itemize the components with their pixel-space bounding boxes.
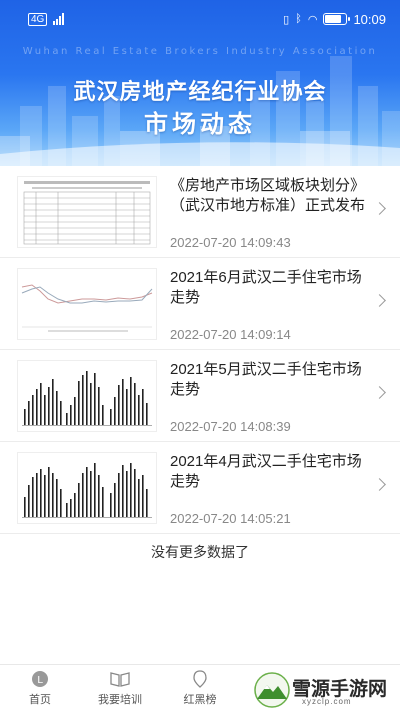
list-item[interactable]: 2021年6月武汉二手住宅市场走势 2022-07-20 14:09:14 (0, 258, 400, 350)
bar-chart-thumbnail-icon (17, 452, 157, 524)
nav-label-home: 首页 (29, 694, 51, 706)
nav-item-home[interactable]: L 首页 (0, 665, 80, 711)
status-bar: 4G ▯ ᛒ ◠ 10:09 (0, 0, 400, 38)
list-item[interactable]: 2021年5月武汉二手住宅市场走势 2022-07-20 14:08:39 (0, 350, 400, 442)
chevron-right-icon (373, 202, 386, 215)
list-item[interactable]: 2021年4月武汉二手住宅市场走势 2022-07-20 14:05:21 (0, 442, 400, 534)
header-banner: 4G ▯ ᛒ ◠ 10:09 Wuhan Real Estate Brokers… (0, 0, 400, 166)
article-date: 2022-07-20 14:09:14 (170, 327, 291, 342)
wifi-icon: ◠ (307, 13, 318, 26)
mountain-logo-icon (254, 672, 290, 708)
line-chart-thumbnail-icon (17, 268, 157, 340)
status-time: 10:09 (353, 11, 386, 27)
battery-icon (323, 13, 351, 25)
list-item[interactable]: 《房地产市场区域板块划分》（武汉市地方标准）正式发布 2022-07-20 14… (0, 166, 400, 258)
page-subtitle: 市场动态 (144, 111, 256, 138)
site-watermark: 雪源手游网 xyzclp.com (250, 670, 400, 711)
home-icon: L (30, 669, 50, 689)
signal-icon (53, 13, 65, 25)
nav-label-training: 我要培训 (98, 694, 142, 706)
page-title: 武汉房地产经纪行业协会 (73, 79, 327, 104)
vibrate-icon: ▯ (283, 13, 290, 26)
no-more-data-text: 没有更多数据了 (151, 544, 249, 560)
article-date: 2022-07-20 14:09:43 (170, 235, 291, 250)
nav-item-ranking[interactable]: 红黑榜 (160, 665, 240, 711)
svg-text:L: L (37, 675, 43, 686)
article-title: 2021年5月武汉二手住宅市场走势 (170, 361, 362, 398)
list-icon (191, 669, 209, 689)
nav-item-training[interactable]: 我要培训 (80, 665, 160, 711)
bar-chart-thumbnail-icon (17, 360, 157, 432)
chevron-right-icon (373, 294, 386, 307)
chevron-right-icon (373, 386, 386, 399)
article-date: 2022-07-20 14:05:21 (170, 511, 291, 526)
nav-label-ranking: 红黑榜 (183, 694, 217, 706)
article-title: 2021年4月武汉二手住宅市场走势 (170, 453, 362, 490)
article-title: 2021年6月武汉二手住宅市场走势 (170, 269, 362, 306)
association-english-name: Wuhan Real Estate Brokers Industry Assoc… (22, 46, 378, 57)
bluetooth-icon: ᛒ (295, 13, 302, 25)
table-thumbnail-icon (17, 176, 157, 248)
article-title: 《房地产市场区域板块划分》（武汉市地方标准）正式发布 (170, 177, 366, 214)
chevron-right-icon (373, 478, 386, 491)
article-list: 《房地产市场区域板块划分》（武汉市地方标准）正式发布 2022-07-20 14… (0, 166, 400, 534)
watermark-url: xyzclp.com (302, 697, 352, 706)
article-date: 2022-07-20 14:08:39 (170, 419, 291, 434)
book-icon (109, 669, 131, 689)
network-indicator: 4G (28, 12, 48, 26)
